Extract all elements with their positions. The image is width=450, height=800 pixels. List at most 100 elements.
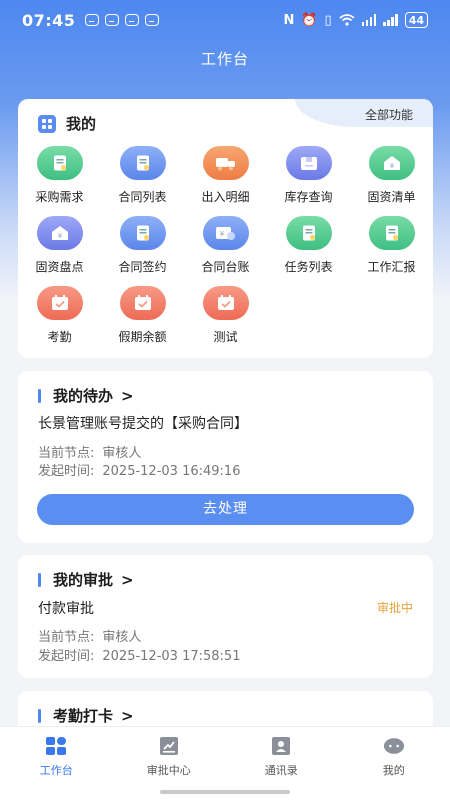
workbench-icon bbox=[46, 737, 67, 755]
approval-time: 发起时间: 2025-12-03 17:58:51 bbox=[38, 645, 240, 664]
wifi-icon bbox=[339, 14, 355, 26]
status-time: 07:45 bbox=[22, 10, 76, 30]
page-title: 工作台 bbox=[200, 50, 249, 68]
svg-text:¥: ¥ bbox=[219, 230, 224, 238]
asset-check-house-icon: ¥ bbox=[36, 216, 83, 250]
function-label: 合同列表 bbox=[118, 190, 167, 204]
chevron-right-icon: > bbox=[121, 706, 134, 725]
tab-profile[interactable]: 我的 bbox=[338, 727, 450, 800]
todo-card: 我的待办 > 长景管理账号提交的【采购合同】 当前节点: 审核人 发起时间: 202… bbox=[18, 371, 433, 543]
contract-sign-icon bbox=[119, 216, 166, 250]
function-item-fixed-asset-house[interactable]: ¥ 固资清单 bbox=[350, 143, 433, 213]
function-item-contract-list[interactable]: 合同列表 bbox=[101, 143, 184, 213]
section-marker bbox=[38, 708, 41, 723]
function-label: 固资盘点 bbox=[35, 260, 84, 274]
function-label: 测试 bbox=[213, 330, 238, 344]
attendance-calendar-icon bbox=[36, 286, 83, 320]
approval-header[interactable]: 我的审批 > bbox=[38, 569, 134, 590]
signal-icon bbox=[361, 14, 377, 26]
fixed-asset-house-icon: ¥ bbox=[368, 146, 415, 180]
function-row: 考勤 假期余额 测试 bbox=[18, 283, 433, 353]
function-grid: 采购需求 合同列表 出入明细 库存查询 ¥ 固资清单 ¥ 固资盘点 合同签约 ¥ 合同台账 任务列表 工… bbox=[18, 143, 433, 353]
todo-time-label: 发起时间: bbox=[38, 464, 95, 479]
todo-title: 我的待办 bbox=[53, 387, 114, 405]
function-label: 采购需求 bbox=[35, 190, 84, 204]
status-bar: 07:45 N ⏰ ▯ 44 bbox=[0, 0, 450, 40]
tab-label: 审批中心 bbox=[146, 764, 191, 777]
function-label: 出入明细 bbox=[201, 190, 250, 204]
battery-level: 44 bbox=[408, 13, 424, 27]
function-row: 采购需求 合同列表 出入明细 库存查询 ¥ 固资清单 bbox=[18, 143, 433, 213]
chevron-right-icon: > bbox=[121, 386, 134, 405]
function-item-work-report[interactable]: 工作汇报 bbox=[350, 213, 433, 283]
function-item-inventory-box[interactable]: 库存查询 bbox=[267, 143, 350, 213]
tab-workbench[interactable]: 工作台 bbox=[0, 727, 113, 800]
function-item-attendance-calendar[interactable]: 考勤 bbox=[18, 283, 101, 353]
apps-grid-icon bbox=[38, 114, 56, 133]
status-badge: 审批中 bbox=[376, 601, 413, 615]
my-section-title: 我的 bbox=[66, 115, 97, 133]
purchase-doc-icon bbox=[36, 146, 83, 180]
inout-detail-icon bbox=[202, 146, 249, 180]
attendance-title: 考勤打卡 bbox=[53, 707, 114, 725]
signal-icon bbox=[383, 14, 398, 26]
approval-title: 我的审批 bbox=[53, 571, 114, 589]
approval-center-icon bbox=[159, 737, 178, 755]
section-marker bbox=[38, 388, 41, 403]
function-label: 库存查询 bbox=[284, 190, 333, 204]
attendance-header[interactable]: 考勤打卡 > bbox=[38, 705, 134, 726]
approval-node: 当前节点: 审核人 bbox=[38, 626, 141, 645]
todo-time: 发起时间: 2025-12-03 16:49:16 bbox=[38, 460, 240, 479]
work-report-icon bbox=[368, 216, 415, 250]
function-label: 假期余额 bbox=[118, 330, 167, 344]
all-functions-button[interactable]: 全部功能 bbox=[295, 99, 433, 127]
leave-balance-calendar-icon bbox=[119, 286, 166, 320]
approval-node-label: 当前节点: bbox=[38, 630, 95, 645]
my-functions-card: 全部功能 我的 采购需求 合同列表 出入明细 库存查询 ¥ 固资清单 ¥ 固资盘点 合同签约 ¥ 合… bbox=[18, 99, 433, 358]
function-label: 固资清单 bbox=[367, 190, 416, 204]
notification-icon bbox=[85, 14, 100, 26]
function-item-task-list[interactable]: 任务列表 bbox=[267, 213, 350, 283]
battery-icon: 44 bbox=[404, 12, 428, 28]
todo-item-title[interactable]: 长景管理账号提交的【采购合同】 bbox=[38, 413, 248, 433]
todo-node-value: 审核人 bbox=[102, 446, 142, 461]
function-item-purchase-doc[interactable]: 采购需求 bbox=[18, 143, 101, 213]
alarm-icon: ⏰ bbox=[301, 12, 318, 28]
home-indicator[interactable] bbox=[160, 790, 290, 794]
function-label: 工作汇报 bbox=[367, 260, 416, 274]
tab-label: 我的 bbox=[382, 764, 405, 777]
svg-text:¥: ¥ bbox=[389, 162, 394, 170]
nfc-icon: N bbox=[283, 12, 295, 28]
notification-icon bbox=[105, 14, 120, 26]
function-item-contract-ledger[interactable]: ¥ 合同台账 bbox=[184, 213, 267, 283]
tab-label: 通讯录 bbox=[264, 764, 298, 777]
function-item-leave-balance-calendar[interactable]: 假期余额 bbox=[101, 283, 184, 353]
svg-text:¥: ¥ bbox=[57, 232, 62, 240]
function-item-test-calendar[interactable]: 测试 bbox=[184, 283, 267, 353]
function-label: 合同台账 bbox=[201, 260, 250, 274]
test-calendar-icon bbox=[202, 286, 249, 320]
approval-card: 我的审批 > 付款审批 审批中 当前节点: 审核人 发起时间: 2025-12-03… bbox=[18, 555, 433, 678]
tab-label: 工作台 bbox=[39, 764, 73, 777]
todo-node: 当前节点: 审核人 bbox=[38, 442, 141, 461]
bottom-tab-bar: 工作台 审批中心 通讯录 我的 bbox=[0, 726, 450, 800]
function-item-inout-detail[interactable]: 出入明细 bbox=[184, 143, 267, 213]
section-marker bbox=[38, 572, 41, 587]
function-label: 任务列表 bbox=[284, 260, 333, 274]
function-label: 考勤 bbox=[47, 330, 72, 344]
approval-time-label: 发起时间: bbox=[38, 649, 95, 664]
inventory-box-icon bbox=[285, 146, 332, 180]
approval-item-title[interactable]: 付款审批 bbox=[38, 598, 94, 618]
contract-list-icon bbox=[119, 146, 166, 180]
function-item-contract-sign[interactable]: 合同签约 bbox=[101, 213, 184, 283]
todo-header[interactable]: 我的待办 > bbox=[38, 385, 134, 406]
approval-node-value: 审核人 bbox=[102, 630, 142, 645]
vibrate-icon: ▯ bbox=[324, 12, 332, 28]
function-row: ¥ 固资盘点 合同签约 ¥ 合同台账 任务列表 工作汇报 bbox=[18, 213, 433, 283]
function-item-asset-check-house[interactable]: ¥ 固资盘点 bbox=[18, 213, 101, 283]
chevron-right-icon: > bbox=[121, 570, 134, 589]
handle-button[interactable]: 去处理 bbox=[37, 494, 414, 525]
todo-time-value: 2025-12-03 16:49:16 bbox=[102, 464, 241, 479]
todo-node-label: 当前节点: bbox=[38, 446, 95, 461]
profile-chat-icon bbox=[383, 738, 404, 754]
